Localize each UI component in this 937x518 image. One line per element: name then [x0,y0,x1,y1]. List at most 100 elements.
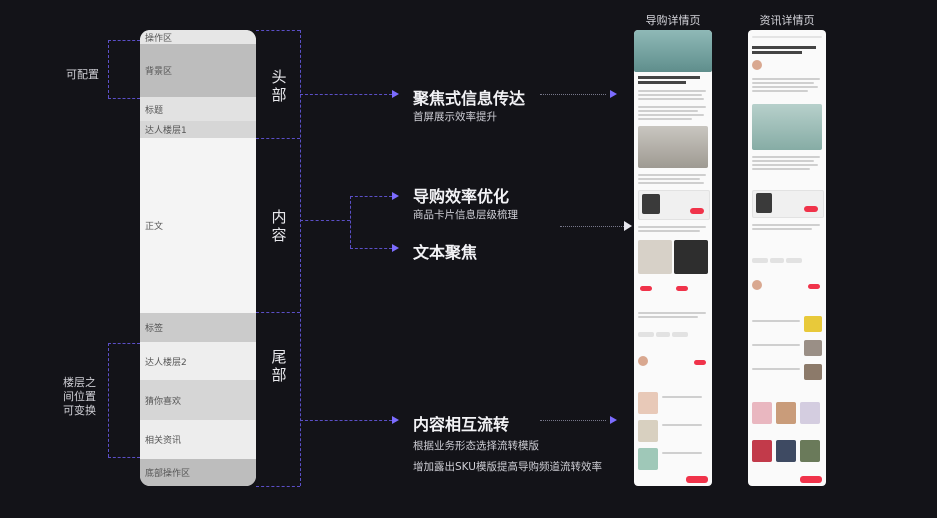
guide-bottom-action[interactable] [686,476,708,483]
info-like-image-6[interactable] [800,440,820,462]
info-follow-button[interactable] [808,284,820,289]
swappable-label: 楼层之 间位置 可变换 [63,376,96,417]
info-like-image-3[interactable] [800,402,820,424]
info-title-line-2 [752,51,802,54]
info-related-text-1 [752,320,800,322]
info-author-avatar[interactable] [752,60,762,70]
feature-flow-sub-1: 根据业务形态选择流转模版 [413,440,539,452]
info-text-6 [752,160,814,162]
info-card-buy-button[interactable] [804,206,818,212]
info-like-image-5[interactable] [776,440,796,462]
section-divider-3 [256,486,300,487]
content-branch [350,196,351,248]
info-detail-phone [748,30,826,486]
info-phone-title: 资讯详情页 [759,14,815,27]
guide-phone-title: 导购详情页 [645,14,701,27]
info-text-8 [752,168,810,170]
info-product-image [752,104,822,150]
info-like-image-1[interactable] [752,402,772,424]
info-related-text-2 [752,344,800,346]
section-head-label: 头部 [271,68,287,104]
guide-like-image-1[interactable] [638,392,658,414]
block-title: 标题 [140,97,256,121]
guide-tag-3[interactable] [672,332,688,337]
info-tag-2[interactable] [770,258,784,263]
content-branch-top [350,196,392,197]
guide-like-image-2[interactable] [638,420,658,442]
guide-text-7 [638,118,692,120]
head-connector [300,94,392,95]
guide-text-13 [638,312,706,314]
content-arrow-1 [392,192,399,200]
guide-text-12 [638,230,700,232]
guide-like-text-2 [662,424,702,426]
head-arrow [392,90,399,98]
guide-text-1 [638,90,706,92]
block-related-news: 相关资讯 [140,420,256,459]
block-operation: 操作区 [140,30,256,44]
section-divider-2 [256,312,300,313]
diagram-canvas: 可配置 楼层之 间位置 可变换 操作区 背景区 标题 达人楼层1 正文 标签 达… [0,0,937,518]
guide-card-buy-button[interactable] [690,208,704,214]
guide-product-image [638,126,708,168]
guide-text-2 [638,94,702,96]
info-text-5 [752,156,820,158]
block-background: 背景区 [140,44,256,97]
guide-title-line-2 [638,81,686,84]
info-related-image-1[interactable] [804,316,822,332]
swappable-bracket-bottom [108,457,140,458]
guide-grid-image-2[interactable] [674,240,708,274]
guide-follow-button[interactable] [694,360,706,365]
section-divider-0 [256,30,300,31]
flow-dotted-line [540,420,606,421]
guide-text-9 [638,178,700,180]
guide-grid-tag-1 [640,286,652,291]
info-tag-1[interactable] [752,258,768,263]
section-tail-label: 尾部 [271,348,287,384]
guide-tag-2[interactable] [656,332,670,337]
guide-text-8 [638,174,706,176]
info-like-image-4[interactable] [752,440,772,462]
info-nav-bar [752,36,822,38]
info-related-text-3 [752,368,800,370]
guide-grid-tag-2 [676,286,688,291]
info-text-1 [752,78,820,80]
info-related-image-3[interactable] [804,364,822,380]
info-title-line [752,46,816,49]
info-text-2 [752,82,814,84]
block-author-1: 达人楼层1 [140,121,256,138]
swappable-bracket [108,343,109,457]
guide-author-avatar[interactable] [638,356,648,366]
guide-card-chair-image [642,194,660,214]
block-body: 正文 [140,138,256,313]
wireframe-column: 操作区 背景区 标题 达人楼层1 正文 标签 达人楼层2 猜你喜欢 相关资讯 底… [140,30,256,486]
guide-text-6 [638,114,704,116]
info-bottom-action[interactable] [800,476,822,483]
content-connector [300,220,350,221]
guide-text-4 [638,106,706,108]
info-tag-3[interactable] [786,258,802,263]
section-content-label: 内容 [271,208,287,244]
feature-focus-sub: 首屏展示效率提升 [413,111,497,123]
info-author-avatar-2[interactable] [752,280,762,290]
guide-title-line [638,76,700,79]
block-author-2: 达人楼层2 [140,342,256,380]
info-related-image-2[interactable] [804,340,822,356]
block-guess-you-like: 猜你喜欢 [140,380,256,420]
focus-to-phone-arrow [610,90,617,98]
guide-text-5 [638,110,698,112]
block-bottom-operation: 底部操作区 [140,459,256,486]
guide-like-text-1 [662,396,702,398]
guide-to-phone-arrow [624,221,632,231]
configurable-bracket-top [108,40,109,98]
feature-flow-title: 内容相互流转 [413,415,510,434]
guide-tag-1[interactable] [638,332,654,337]
focus-dotted-line [540,94,606,95]
configurable-bracket-h [108,98,140,99]
guide-dotted-line [560,226,626,227]
guide-grid-image-1[interactable] [638,240,672,274]
info-text-4 [752,90,808,92]
feature-guide-title: 导购效率优化 [413,187,510,206]
info-like-image-2[interactable] [776,402,796,424]
guide-like-image-3[interactable] [638,448,658,470]
